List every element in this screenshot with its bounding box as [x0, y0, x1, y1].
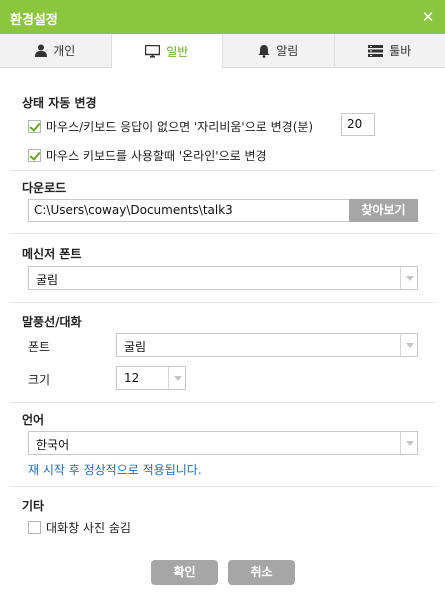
section-title: 상태 자동 변경: [22, 96, 97, 110]
online-checkbox[interactable]: [28, 149, 41, 162]
chevron-down-icon: [400, 432, 417, 454]
online-option-row: 마우스 키보드를 사용할때 '온라인'으로 변경: [28, 147, 267, 164]
language-select[interactable]: 한국어: [28, 431, 418, 455]
divider: [10, 402, 435, 403]
window-title: 환경설정: [10, 13, 58, 28]
section-title: 언어: [22, 413, 45, 427]
away-option-label: 마우스/키보드 응답이 없으면 '자리비움'으로 변경(분): [46, 120, 314, 134]
tab-label: 개인: [53, 44, 76, 58]
person-icon: [35, 44, 48, 57]
away-minutes-input[interactable]: 20: [341, 113, 375, 136]
cancel-button[interactable]: 취소: [228, 560, 295, 585]
section-title: 말풍선/대화: [22, 315, 82, 329]
tab-notification[interactable]: 알림: [223, 34, 335, 67]
status-section: 상태 자동 변경: [22, 94, 422, 111]
language-section: 언어: [22, 411, 422, 428]
divider: [10, 170, 435, 171]
hide-photo-checkbox[interactable]: [28, 521, 41, 534]
download-path-input[interactable]: C:\Users\coway\Documents\talk3: [28, 199, 350, 222]
size-label: 크기: [28, 373, 51, 387]
selected-value: 굴림: [124, 340, 147, 354]
bubble-section: 말풍선/대화: [22, 313, 422, 330]
monitor-icon: [145, 44, 161, 58]
bubble-size-select[interactable]: 12: [116, 366, 186, 390]
ok-button[interactable]: 확인: [151, 560, 218, 585]
selected-value: 12: [124, 371, 140, 385]
divider: [10, 233, 435, 234]
restart-note: 재 시작 후 정상적으로 적용됩니다.: [28, 463, 202, 477]
download-section: 다운로드: [22, 179, 422, 196]
section-title: 기타: [22, 499, 45, 513]
section-title: 메신저 폰트: [22, 247, 82, 261]
selected-value: 한국어: [36, 438, 70, 452]
toolbar-icon: [368, 44, 384, 57]
away-checkbox[interactable]: [28, 120, 41, 133]
away-option-row: 마우스/키보드 응답이 없으면 '자리비움'으로 변경(분): [28, 118, 313, 135]
hide-photo-row: 대화창 사진 숨김: [28, 519, 131, 536]
chevron-down-icon: [168, 367, 185, 389]
title-bar: 환경설정 ✕: [0, 0, 445, 34]
section-title: 다운로드: [22, 181, 67, 195]
close-button[interactable]: ✕: [417, 6, 439, 28]
chevron-down-icon: [400, 334, 417, 356]
tab-general[interactable]: 일반: [111, 34, 223, 69]
bubble-font-select[interactable]: 굴림: [116, 333, 418, 357]
bell-icon: [258, 44, 270, 58]
divider: [10, 302, 435, 303]
online-option-label: 마우스 키보드를 사용할때 '온라인'으로 변경: [46, 149, 267, 163]
font-label: 폰트: [28, 340, 51, 354]
etc-section: 기타: [22, 497, 422, 514]
browse-button[interactable]: 찾아보기: [349, 199, 418, 222]
hide-photo-label: 대화창 사진 숨김: [46, 521, 131, 535]
tab-label: 알림: [276, 44, 299, 58]
settings-tabs: 개인 일반 알림 툴바: [0, 34, 445, 69]
selected-value: 굴림: [36, 273, 59, 287]
messenger-font-section: 메신저 폰트: [22, 245, 422, 262]
divider: [10, 486, 435, 487]
tab-label: 일반: [166, 44, 189, 59]
tab-personal[interactable]: 개인: [0, 34, 112, 67]
tab-label: 툴바: [389, 44, 412, 58]
tab-toolbar[interactable]: 툴바: [335, 34, 445, 67]
chevron-down-icon: [400, 267, 417, 289]
messenger-font-select[interactable]: 굴림: [28, 266, 418, 290]
